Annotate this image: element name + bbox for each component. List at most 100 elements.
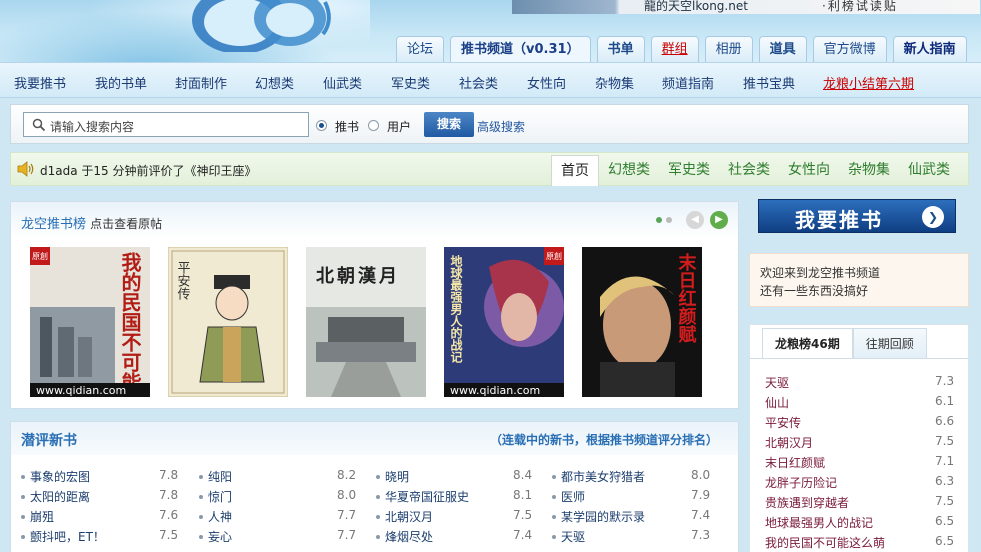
radio-books[interactable] <box>316 120 327 131</box>
new-book-link[interactable]: 人神 <box>208 508 232 525</box>
search-button[interactable]: 搜索 <box>424 112 474 137</box>
book-cover-4[interactable]: 原創 地球最强男人的战记 www.qidian.com <box>444 247 564 397</box>
top-tab-0[interactable]: 论坛 <box>396 36 445 62</box>
ranklist-item[interactable]: 天驱 <box>765 374 789 391</box>
bullet-icon <box>552 495 556 499</box>
ranklist-item[interactable]: 龙胖子历险记 <box>765 474 837 491</box>
top-tab-2[interactable]: 书单 <box>596 36 645 62</box>
bullet-icon <box>552 515 556 519</box>
carousel-dot-active[interactable] <box>656 217 662 223</box>
rank-subtitle[interactable]: 点击查看原帖 <box>90 217 162 231</box>
ranklist-score: 7.5 <box>935 494 955 508</box>
ranklist-tab-0[interactable]: 龙粮榜46期 <box>762 328 853 358</box>
new-book-link[interactable]: 崩殂 <box>30 508 54 525</box>
bullet-icon <box>376 475 380 479</box>
rank-panel-title[interactable]: 龙空推书榜 点击查看原帖 <box>21 213 162 232</box>
top-tab-6[interactable]: 官方微博 <box>812 36 887 62</box>
top-tab-4[interactable]: 相册 <box>704 36 753 62</box>
new-book-link[interactable]: 太阳的距离 <box>30 488 90 505</box>
ranklist-item[interactable]: 北朝汉月 <box>765 434 813 451</box>
search-bar: 请输入搜索内容 推书 用户 搜索 高级搜索 <box>10 104 969 144</box>
category-tab-5[interactable]: 杂物集 <box>839 155 899 186</box>
latest-activity-text[interactable]: d1ada 于15 分钟前评价了《神印王座》 <box>40 162 256 179</box>
new-book-score: 7.7 <box>337 528 357 542</box>
top-tab-7[interactable]: 新人指南 <box>892 36 967 62</box>
ad-banner[interactable]: 龍的天空lkong.net ·利榜试读贴 <box>512 0 980 14</box>
channel-nav-item-6[interactable]: 社会类 <box>459 73 498 92</box>
top-nav-tabs: 论坛 推书频道（v0.31） 书单 群组 相册 道具 官方微博 新人指南 <box>396 36 967 62</box>
new-book-link[interactable]: 晓明 <box>385 468 409 485</box>
channel-nav-item-4[interactable]: 仙武类 <box>323 73 362 92</box>
category-tab-1[interactable]: 幻想类 <box>599 155 659 186</box>
site-logo[interactable] <box>185 0 335 52</box>
channel-nav-item-11[interactable]: 龙粮小结第六期 <box>823 73 914 92</box>
carousel-next-button[interactable]: ▶ <box>710 211 728 229</box>
bullet-icon <box>21 475 25 479</box>
carousel-dot[interactable] <box>666 217 672 223</box>
new-book-link[interactable]: 颤抖吧，ET！ <box>30 528 105 545</box>
new-book-score: 7.5 <box>159 528 179 542</box>
ranklist-item[interactable]: 贵族遇到穿越者 <box>765 494 849 511</box>
new-books-title: 潜评新书 <box>21 433 77 449</box>
channel-nav-item-2[interactable]: 封面制作 <box>175 73 227 92</box>
logo-area <box>0 0 370 64</box>
new-book-score: 8.0 <box>691 468 711 482</box>
new-book-link[interactable]: 惊门 <box>208 488 232 505</box>
ranklist-item[interactable]: 平安传 <box>765 414 801 431</box>
new-book-score: 7.7 <box>337 508 357 522</box>
top-tab-1[interactable]: 推书频道（v0.31） <box>450 36 591 62</box>
top-tab-5[interactable]: 道具 <box>758 36 807 62</box>
channel-nav-item-10[interactable]: 推书宝典 <box>743 73 795 92</box>
channel-nav-item-8[interactable]: 杂物集 <box>595 73 634 92</box>
book-cover-5[interactable]: 末日红颜赋 <box>582 247 702 397</box>
book-cover-3[interactable]: 北朝漢月 <box>306 247 426 397</box>
book-cover-2[interactable]: 平安传 <box>168 247 288 397</box>
new-book-link[interactable]: 北朝汉月 <box>385 508 433 525</box>
radio-users-label[interactable]: 用户 <box>387 118 411 135</box>
bullet-icon <box>21 535 25 539</box>
category-tab-3[interactable]: 社会类 <box>719 155 779 186</box>
new-book-link[interactable]: 妄心 <box>208 528 232 545</box>
advanced-search-link[interactable]: 高级搜索 <box>477 118 525 135</box>
category-tab-2[interactable]: 军史类 <box>659 155 719 186</box>
new-book-link[interactable]: 烽烟尽处 <box>385 528 433 545</box>
new-books-header: 潜评新书 （连载中的新书，根据推书频道评分排名） <box>11 422 738 455</box>
new-book-link[interactable]: 都市美女狩猎者 <box>561 468 645 485</box>
new-book-score: 8.2 <box>337 468 357 482</box>
ranklist-item[interactable]: 末日红颜赋 <box>765 454 825 471</box>
category-tab-6[interactable]: 仙武类 <box>899 155 959 186</box>
book-cover-1[interactable]: 原創 我的民国不可能这么萌 www.qidian.com <box>30 247 150 397</box>
channel-nav-item-1[interactable]: 我的书单 <box>95 73 147 92</box>
carousel-prev-button[interactable]: ◀ <box>686 211 704 229</box>
channel-nav-item-9[interactable]: 频道指南 <box>662 73 714 92</box>
rank-title-text[interactable]: 龙空推书榜 <box>21 217 86 232</box>
ranklist-item[interactable]: 地球最强男人的战记 <box>765 514 873 531</box>
new-book-link[interactable]: 医师 <box>561 488 585 505</box>
channel-nav-item-3[interactable]: 幻想类 <box>255 73 294 92</box>
new-book-link[interactable]: 华夏帝国征服史 <box>385 488 469 505</box>
new-book-link[interactable]: 纯阳 <box>208 468 232 485</box>
radio-users[interactable] <box>368 120 379 131</box>
new-book-link[interactable]: 事象的宏图 <box>30 468 90 485</box>
channel-nav-item-5[interactable]: 军史类 <box>391 73 430 92</box>
category-tab-4[interactable]: 女性向 <box>779 155 839 186</box>
ranklist-tab-1[interactable]: 往期回顾 <box>852 328 927 358</box>
ranklist-item[interactable]: 我的民国不可能这么萌 <box>765 534 885 551</box>
recommend-book-button[interactable]: 我要推书 ❯ <box>758 199 956 233</box>
new-book-link[interactable]: 天驱 <box>561 528 585 545</box>
channel-nav-item-7[interactable]: 女性向 <box>527 73 566 92</box>
ranklist-score: 7.1 <box>935 454 955 468</box>
channel-nav: 我要推书 我的书单 封面制作 幻想类 仙武类 军史类 社会类 女性向 杂物集 频道指南 推书宝典 龙粮… <box>0 62 981 98</box>
category-tab-0[interactable]: 首页 <box>551 155 599 186</box>
channel-nav-item-0[interactable]: 我要推书 <box>14 73 66 92</box>
carousel-dots <box>656 217 672 223</box>
bullet-icon <box>376 495 380 499</box>
search-input[interactable]: 请输入搜索内容 <box>23 112 309 137</box>
ranklist-divider <box>750 358 968 359</box>
ranklist-item[interactable]: 仙山 <box>765 394 789 411</box>
new-book-score: 8.4 <box>513 468 533 482</box>
top-tab-3[interactable]: 群组 <box>650 36 699 62</box>
recommend-rank-panel: 龙空推书榜 点击查看原帖 ◀ ▶ 原創 我的民国不可能这么萌 www.qidia… <box>10 201 739 409</box>
radio-books-label[interactable]: 推书 <box>335 118 359 135</box>
new-book-link[interactable]: 某学园的默示录 <box>561 508 645 525</box>
